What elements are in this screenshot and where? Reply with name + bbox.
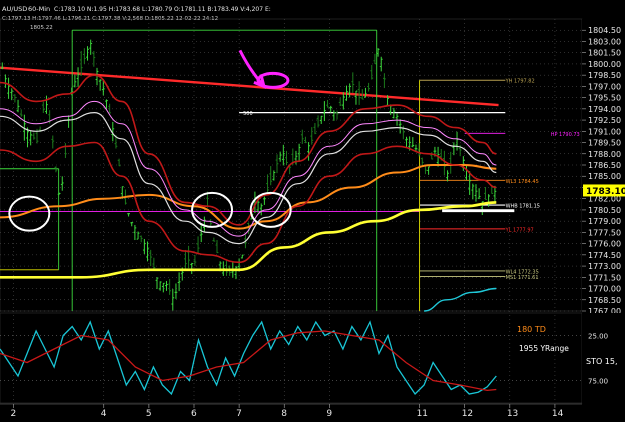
date-axis: 2 4 5 6 7 8 9 11 12 13 14 (0, 403, 625, 422)
price-tick-label: 1797.00 (588, 82, 621, 91)
osc-label-td: 180 TD (517, 325, 546, 334)
date-label: 5 (146, 409, 152, 419)
price-tick-label: 1785.00 (588, 172, 621, 181)
price-tick-label: 1776.00 (588, 240, 621, 249)
price-tick-label: 1786.50 (588, 161, 621, 170)
price-tick-label: 1773.00 (588, 262, 621, 271)
level-label-level_500: 500 (243, 111, 253, 117)
date-label: 6 (191, 409, 197, 419)
level-label-level_yh: YH 1797.82 (505, 79, 535, 85)
interval-label: 60-Min (28, 5, 50, 13)
date-label: 8 (281, 409, 287, 419)
price-tick-label: 1789.50 (588, 139, 621, 148)
level-label-level_hp: HP 1790.73 (551, 132, 580, 138)
price-tick-label: 1804.50 (588, 26, 621, 35)
osc-tick-label: 25.00 (588, 333, 608, 341)
price-readout: C:1783.10 N:1.95 H:1783.68 L:1780.79 O:1… (54, 6, 271, 13)
price-tick-label: 1794.00 (588, 105, 621, 114)
price-tick-label: 1771.50 (588, 273, 621, 282)
osc-label-sto: STO 15, (586, 357, 618, 366)
price-tick-label: 1795.50 (588, 94, 621, 103)
price-axis: 1804.50 1803.00 1801.50 1800.00 1798.50 1797.… (582, 19, 625, 316)
price-tick-label: 1788.00 (588, 150, 621, 159)
price-tick-label: 1774.50 (588, 251, 621, 260)
high-tag: 1805.22 (30, 25, 53, 31)
osc-tick-label: 75.00 (588, 378, 608, 386)
price-tick-label: 1779.00 (588, 217, 621, 226)
last-price-label: 1783.10 (586, 187, 625, 197)
date-label: 14 (552, 409, 564, 419)
date-label: 4 (101, 409, 107, 419)
date-label: 11 (417, 409, 428, 419)
price-tick-label: 1792.50 (588, 116, 621, 125)
date-label: 9 (326, 409, 332, 419)
price-tick-label: 1770.00 (588, 285, 621, 294)
level-label-level_wl3: WL3 1784.45 (506, 179, 539, 185)
price-tick-label: 1768.50 (588, 296, 621, 305)
price-tick-label: 1800.00 (588, 60, 621, 69)
date-label: 12 (462, 409, 473, 419)
price-tick-label: 1801.50 (588, 49, 621, 58)
level-label-level_ms1: MS1 1771.61 (506, 275, 539, 281)
price-tick-label: 1803.00 (588, 37, 621, 46)
level-label-level_yl: YL 1777.97 (505, 227, 534, 233)
symbol-label: AU/USD (2, 5, 27, 13)
osc-label-yrange: 1955 YRange (519, 344, 569, 353)
date-label: 2 (11, 409, 17, 419)
chart-canvas: AU/USD 60-Min C:1783.10 N:1.95 H:1783.68… (0, 0, 625, 422)
price-tick-label: 1777.50 (588, 228, 621, 237)
price-tick-label: 1780.50 (588, 206, 621, 215)
date-axis-background (0, 404, 625, 422)
level-label-level_wh5: WHB 1781.15 (506, 204, 540, 210)
price-tick-label: 1798.50 (588, 71, 621, 80)
price-tick-label: 1791.00 (588, 127, 621, 136)
date-label: 7 (236, 409, 242, 419)
date-label: 13 (507, 409, 518, 419)
